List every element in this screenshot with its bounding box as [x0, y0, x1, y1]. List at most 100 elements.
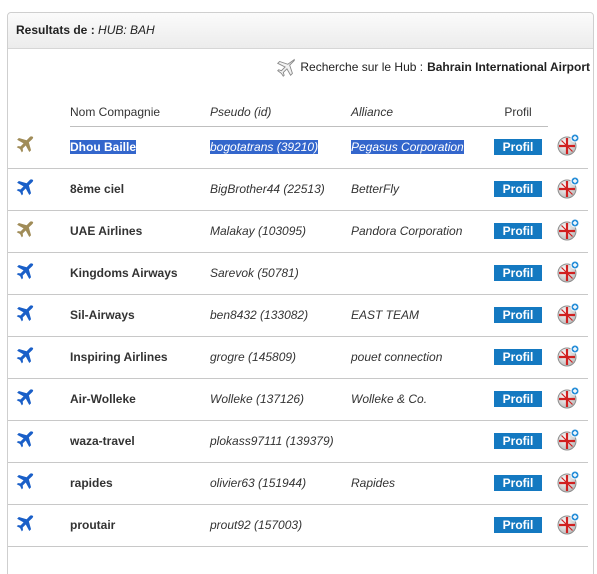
company-name-cell: waza-travel [70, 420, 210, 463]
company-name[interactable]: Inspiring Airlines [70, 350, 168, 364]
profil-cell: Profil [488, 294, 548, 337]
company-name[interactable]: Dhou Baille [70, 140, 137, 154]
profil-button[interactable]: Profil [494, 223, 542, 239]
plane-icon-cell [8, 378, 70, 421]
profil-button[interactable]: Profil [494, 433, 542, 449]
table-row: 8ème ciel BigBrother44 (22513) BetterFly Pr… [8, 168, 588, 211]
results-label: Resultats de : [16, 23, 95, 37]
plane-outline-icon [277, 58, 296, 77]
favorite-cell [548, 462, 588, 505]
company-name[interactable]: Air-Wolleke [70, 392, 136, 406]
alliance-cell: BetterFly [351, 168, 488, 211]
search-prefix: Recherche sur le Hub : [300, 60, 424, 74]
favorite-cell [548, 168, 588, 211]
alliance-text: Rapides [351, 476, 396, 490]
add-favorite-icon[interactable] [556, 133, 580, 157]
blue-plane-icon [16, 514, 34, 531]
add-favorite-icon[interactable] [556, 260, 580, 284]
favorite-cell [548, 252, 588, 295]
alliance-cell: Wolleke & Co. [351, 378, 488, 421]
plane-icon-cell [8, 168, 70, 211]
table-row: proutair prout92 (157003) Profil [8, 504, 588, 547]
profil-cell: Profil [488, 252, 548, 295]
table-row: Dhou Baille bogotatrans (39210) Pegasus Co… [8, 126, 588, 169]
company-name-cell: UAE Airlines [70, 210, 210, 253]
company-name[interactable]: waza-travel [70, 434, 135, 448]
add-favorite-icon[interactable] [556, 386, 580, 410]
profil-button[interactable]: Profil [494, 307, 542, 323]
blue-plane-icon [16, 262, 34, 279]
pseudo-cell: BigBrother44 (22513) [210, 168, 351, 211]
add-favorite-icon[interactable] [556, 428, 580, 452]
table-row: rapides olivier63 (151944) Rapides Profil [8, 462, 588, 505]
company-name[interactable]: UAE Airlines [70, 224, 142, 238]
plane-icon-cell [8, 462, 70, 505]
add-favorite-icon[interactable] [556, 344, 580, 368]
company-name-cell: Air-Wolleke [70, 378, 210, 421]
pseudo-text: ben8432 (133082) [210, 308, 309, 322]
profil-button[interactable]: Profil [494, 139, 542, 155]
pseudo-text: bogotatrans (39210) [210, 140, 319, 154]
company-name-cell: Inspiring Airlines [70, 336, 210, 379]
pseudo-text: BigBrother44 (22513) [210, 182, 325, 196]
header-alliance: Alliance [351, 98, 488, 127]
plane-icon-cell [8, 294, 70, 337]
company-name[interactable]: 8ème ciel [70, 182, 124, 196]
add-favorite-icon[interactable] [556, 218, 580, 242]
add-favorite-icon[interactable] [556, 512, 580, 536]
pseudo-cell: grogre (145809) [210, 336, 351, 379]
company-name[interactable]: Kingdoms Airways [70, 266, 178, 280]
alliance-cell: Pandora Corporation [351, 210, 488, 253]
profil-button[interactable]: Profil [494, 349, 542, 365]
add-favorite-icon[interactable] [556, 176, 580, 200]
profil-button[interactable]: Profil [494, 391, 542, 407]
pseudo-text: prout92 (157003) [210, 518, 303, 532]
alliance-cell [351, 420, 488, 463]
company-name[interactable]: proutair [70, 518, 115, 532]
pseudo-text: olivier63 (151944) [210, 476, 307, 490]
company-name-cell: Dhou Baille [70, 126, 210, 169]
profil-button[interactable]: Profil [494, 265, 542, 281]
plane-icon-cell [8, 504, 70, 547]
airport-name: Bahrain International Airport [427, 60, 590, 74]
hub-code: HUB: BAH [98, 23, 155, 37]
alliance-text: EAST TEAM [351, 308, 420, 322]
favorite-cell [548, 126, 588, 169]
plane-icon-cell [8, 210, 70, 253]
add-favorite-icon[interactable] [556, 470, 580, 494]
pseudo-cell: prout92 (157003) [210, 504, 351, 547]
pseudo-cell: Sarevok (50781) [210, 252, 351, 295]
alliance-text: Pandora Corporation [351, 224, 463, 238]
company-name-cell: Kingdoms Airways [70, 252, 210, 295]
table-header-row: Nom Compagnie Pseudo (id) Alliance Profi… [8, 98, 588, 127]
favorite-cell [548, 210, 588, 253]
add-favorite-icon[interactable] [556, 302, 580, 326]
company-name[interactable]: Sil-Airways [70, 308, 135, 322]
plane-icon-cell [8, 252, 70, 295]
alliance-text: Wolleke & Co. [351, 392, 428, 406]
blue-plane-icon [16, 472, 34, 489]
pseudo-text: Sarevok (50781) [210, 266, 299, 280]
gold-plane-icon [16, 136, 34, 153]
header-pseudo: Pseudo (id) [210, 98, 351, 127]
panel-header: Resultats de : HUB: BAH [8, 13, 593, 49]
table-row: Inspiring Airlines grogre (145809) pouet c… [8, 336, 588, 379]
pseudo-cell: olivier63 (151944) [210, 462, 351, 505]
profil-button[interactable]: Profil [494, 517, 542, 533]
company-name-cell: proutair [70, 504, 210, 547]
header-fav-col [548, 98, 588, 126]
profil-cell: Profil [488, 504, 548, 547]
company-name[interactable]: rapides [70, 476, 113, 490]
blue-plane-icon [16, 346, 34, 363]
alliance-cell: EAST TEAM [351, 294, 488, 337]
blue-plane-icon [16, 430, 34, 447]
alliance-cell [351, 252, 488, 295]
plane-icon-cell [8, 126, 70, 169]
header-icon-col [8, 98, 70, 126]
profil-button[interactable]: Profil [494, 475, 542, 491]
header-profil: Profil [488, 98, 548, 127]
alliance-cell: Pegasus Corporation [351, 126, 488, 169]
table-row: UAE Airlines Malakay (103095) Pandora Corp… [8, 210, 588, 253]
profil-button[interactable]: Profil [494, 181, 542, 197]
pseudo-cell: Wolleke (137126) [210, 378, 351, 421]
